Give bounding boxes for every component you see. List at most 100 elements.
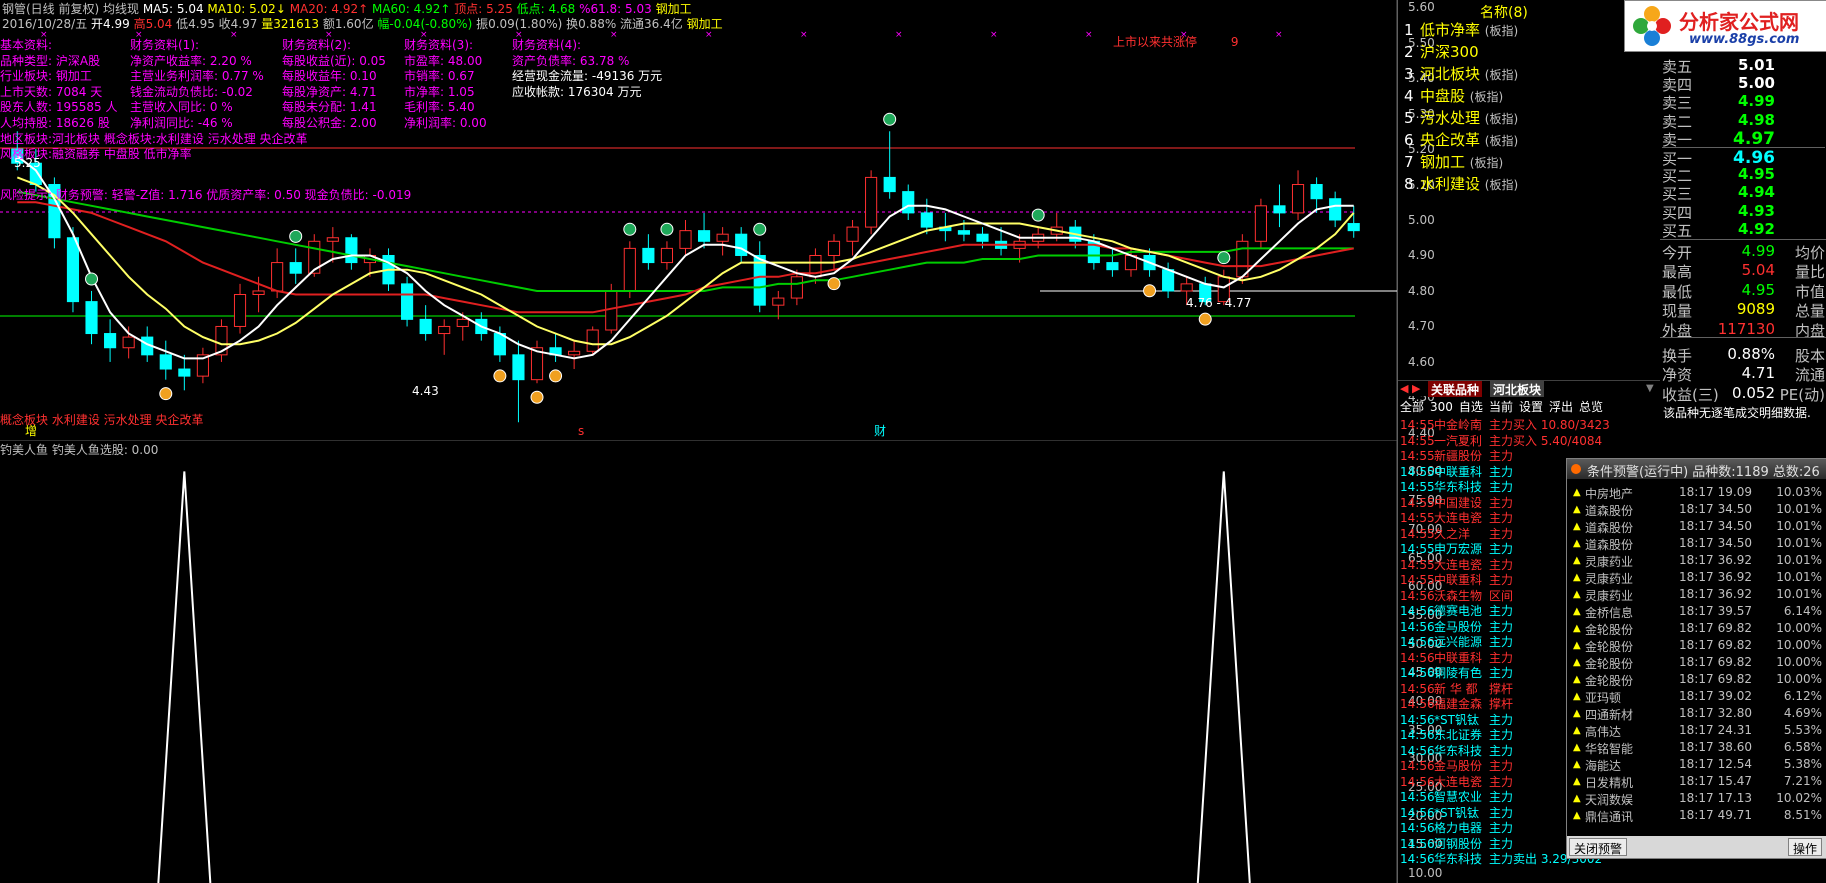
trade-row[interactable]: 14:55中国建设 主力: [1400, 494, 1513, 510]
alert-row[interactable]: ▲ 高伟达 18:17 24.31 5.53%: [1567, 723, 1826, 740]
candle-body: [1162, 269, 1175, 292]
filter-item[interactable]: 浮出: [1549, 400, 1573, 414]
alert-row[interactable]: ▲ 道森股份 18:17 34.50 10.01%: [1567, 536, 1826, 553]
alert-row[interactable]: ▲ 亚玛顿 18:17 39.02 6.12%: [1567, 689, 1826, 706]
alert-row[interactable]: ▲ 金轮股份 18:17 69.82 10.00%: [1567, 655, 1826, 672]
trade-row[interactable]: 14:56福建金森 撑杆: [1400, 695, 1513, 711]
operate-button[interactable]: 操作: [1787, 838, 1822, 856]
sector-item[interactable]: 7 钢加工 (板指): [1404, 151, 1503, 173]
trade-row[interactable]: 14:55中联重科 主力: [1400, 571, 1513, 587]
trade-name: 金马股份: [1434, 619, 1483, 634]
alert-row[interactable]: ▲ 灵康药业 18:17 36.92 10.01%: [1567, 553, 1826, 570]
close-alert-button[interactable]: 关闭预警: [1569, 838, 1628, 856]
alert-up-icon: ▲: [1573, 487, 1581, 498]
filter-item[interactable]: 300: [1430, 400, 1453, 414]
sector-item[interactable]: 5 污水处理 (板指): [1404, 107, 1518, 129]
trade-name: *ST钒钛: [1434, 805, 1479, 820]
trade-row[interactable]: 14:56沃森生物 区间: [1400, 587, 1513, 603]
alert-row[interactable]: ▲ 金轮股份 18:17 69.82 10.00%: [1567, 638, 1826, 655]
sector-item[interactable]: 6 央企改革 (板指): [1404, 129, 1518, 151]
trade-row[interactable]: 14:55中联重科 主力: [1400, 463, 1513, 479]
alert-row[interactable]: ▲ 鼎信通讯 18:17 49.71 8.51%: [1567, 808, 1826, 825]
filter-item[interactable]: 当前: [1489, 400, 1513, 414]
trade-row[interactable]: 14:55华东科技 主力: [1400, 478, 1513, 494]
trade-row[interactable]: 14:56河钢股份 主力: [1400, 835, 1513, 851]
alert-pct: 10.00%: [1776, 638, 1822, 652]
candle-body: [1347, 223, 1360, 232]
filter-bar: 全部 300 自选 当前 设置 浮出 总览: [1398, 398, 1660, 414]
alert-price: 69.82: [1717, 638, 1752, 652]
basic-info-row: 品种类型: 沪深A股: [0, 53, 101, 68]
trade-name: 铜陵有色: [1434, 666, 1483, 680]
alert-row[interactable]: ▲ 金轮股份 18:17 69.82 10.00%: [1567, 621, 1826, 638]
stat-value: 4.99: [1741, 242, 1775, 260]
trade-row[interactable]: 14:55新疆股份 主力: [1400, 447, 1513, 463]
alert-row[interactable]: ▲ 海能达 18:17 12.54 5.38%: [1567, 757, 1826, 774]
alert-row[interactable]: ▲ 华铭智能 18:17 38.60 6.58%: [1567, 740, 1826, 757]
candle-body: [605, 290, 618, 331]
alert-row[interactable]: ▲ 灵康药业 18:17 36.92 10.01%: [1567, 587, 1826, 604]
fin1-title: 财务资料(1):: [130, 38, 200, 52]
filter-item[interactable]: 自选: [1459, 400, 1483, 414]
trade-row[interactable]: 14:56大连电瓷 主力: [1400, 773, 1513, 789]
alert-row[interactable]: ▲ 天润数娱 18:17 17.13 10.02%: [1567, 791, 1826, 808]
trade-name: 德赛电池: [1434, 604, 1483, 618]
trade-row[interactable]: 14:55一汽夏利 主力买入 5.40/4084: [1400, 432, 1602, 448]
sector-item[interactable]: 2 沪深300: [1404, 41, 1479, 63]
alert-stock-name: 中房地产: [1585, 487, 1634, 501]
trade-row[interactable]: 14:56*ST钒钛 主力: [1400, 711, 1513, 727]
alert-popup-header[interactable]: 条件预警(运行中) 品种数:1189 总数:26: [1567, 459, 1826, 480]
sector-num: 5: [1404, 109, 1414, 127]
alert-row[interactable]: ▲ 金桥信息 18:17 39.57 6.14%: [1567, 604, 1826, 621]
dropdown-arrow-icon[interactable]: ▼: [1646, 383, 1654, 394]
trade-row[interactable]: 14:56远兴能源 主力: [1400, 633, 1513, 649]
trade-row[interactable]: 14:56华东科技 主力: [1400, 742, 1513, 758]
candle-body: [419, 318, 432, 335]
alert-up-icon: ▲: [1573, 640, 1581, 651]
trade-row[interactable]: 14:56新 华 都撑杆: [1400, 680, 1513, 696]
filter-item[interactable]: 设置: [1519, 400, 1543, 414]
alert-row[interactable]: ▲ 金轮股份 18:17 69.82 10.00%: [1567, 672, 1826, 689]
alert-row[interactable]: ▲ 中房地产 18:17 19.09 10.03%: [1567, 485, 1826, 502]
sector-num: 3: [1404, 65, 1414, 83]
alert-pct: 5.53%: [1783, 723, 1822, 737]
trade-row[interactable]: 14:55申万宏源 主力: [1400, 540, 1513, 556]
next-arrow-icon[interactable]: ▶: [1412, 382, 1420, 395]
alert-row[interactable]: ▲ 道森股份 18:17 34.50 10.01%: [1567, 502, 1826, 519]
candle-body: [1236, 240, 1249, 278]
trade-row[interactable]: 14:55久之洋 主力: [1400, 525, 1513, 541]
alert-row[interactable]: ▲ 道森股份 18:17 34.50 10.01%: [1567, 519, 1826, 536]
trade-time: 14:55: [1400, 511, 1435, 525]
trade-row[interactable]: 14:56金马股份 主力: [1400, 757, 1513, 773]
sector-item[interactable]: 3 河北板块 (板指): [1404, 63, 1518, 85]
tab-related[interactable]: 关联品种: [1428, 381, 1483, 397]
kline-chart-pane[interactable]: 钢管(日线 前复权) 均线现 MA5: 5.04 MA10: 5.02↓ MA2…: [0, 0, 1442, 883]
trade-row[interactable]: 14:55大连电瓷 主力: [1400, 556, 1513, 572]
trade-row[interactable]: 14:55中金岭南 主力买入 10.80/3423: [1400, 416, 1610, 432]
alert-row[interactable]: ▲ 灵康药业 18:17 36.92 10.01%: [1567, 570, 1826, 587]
trade-time: 14:56: [1400, 650, 1435, 665]
filter-item[interactable]: 全部: [1400, 400, 1424, 414]
trade-row[interactable]: 14:55大连电瓷 主力: [1400, 509, 1513, 525]
alert-row[interactable]: ▲ 日发精机 18:17 15.47 7.21%: [1567, 774, 1826, 791]
sub-indicator-chart[interactable]: [0, 440, 1397, 883]
alert-pct: 6.12%: [1783, 689, 1822, 703]
trade-row[interactable]: 14:56德赛电池 主力: [1400, 602, 1513, 618]
tab-hebei[interactable]: 河北板块: [1490, 381, 1545, 397]
alert-stock-name: 海能达: [1585, 759, 1622, 773]
sector-item[interactable]: 8 水利建设 (板指): [1404, 173, 1518, 195]
trade-row[interactable]: 14:56智慧农业 主力: [1400, 788, 1513, 804]
sector-item[interactable]: 1 低市净率 (板指): [1404, 19, 1518, 41]
alert-row[interactable]: ▲ 四通新材 18:17 32.80 4.69%: [1567, 706, 1826, 723]
filter-item[interactable]: 总览: [1579, 400, 1603, 414]
sector-item[interactable]: 4 中盘股 (板指): [1404, 85, 1503, 107]
stat-label2: 流通: [1794, 366, 1825, 385]
trade-row[interactable]: 14:56铜陵有色 主力: [1400, 664, 1513, 680]
trade-row[interactable]: 14:56金马股份 主力: [1400, 618, 1513, 634]
trade-row[interactable]: 14:56东北证券 主力: [1400, 726, 1513, 742]
trade-row[interactable]: 14:56格力电器 主力: [1400, 819, 1513, 835]
prev-arrow-icon[interactable]: ◀: [1400, 382, 1408, 395]
trade-action: 主力: [1489, 759, 1514, 773]
trade-row[interactable]: 14:56中联重科 主力: [1400, 649, 1513, 665]
trade-row[interactable]: 14:56*ST钒钛 主力: [1400, 804, 1513, 820]
